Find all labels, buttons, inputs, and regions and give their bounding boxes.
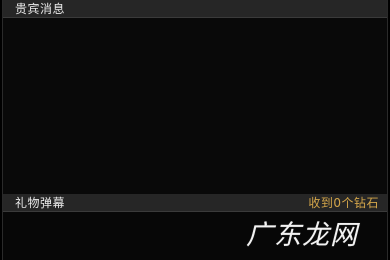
vip-message-title: 贵宾消息 — [15, 1, 66, 16]
vip-message-panel: 贵宾消息 — [2, 0, 388, 194]
vip-message-list[interactable] — [3, 18, 387, 194]
watermark: 广东龙网 — [246, 220, 358, 251]
gift-danmaku-title: 礼物弹幕 — [15, 195, 66, 210]
diamond-received-count: 收到0个钻石 — [308, 195, 379, 210]
gift-danmaku-header: 礼物弹幕 收到0个钻石 — [3, 194, 387, 212]
vip-message-header: 贵宾消息 — [3, 0, 387, 18]
app-root: 贵宾消息 礼物弹幕 收到0个钻石 广东龙网 — [0, 0, 390, 260]
